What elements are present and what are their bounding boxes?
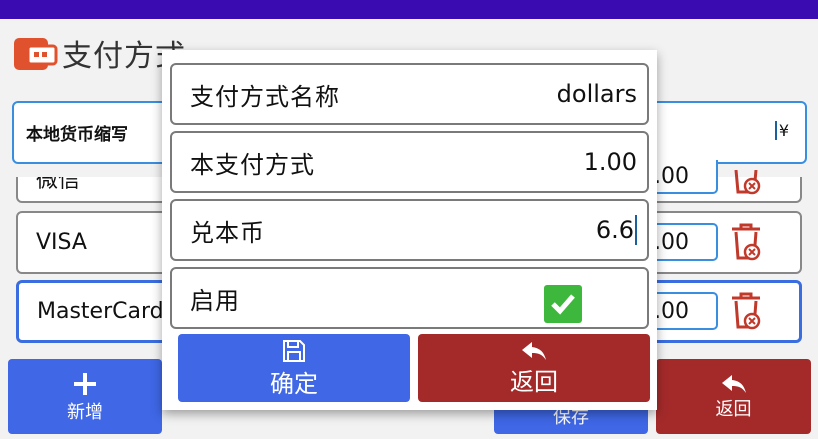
payment-amount-field[interactable]: 本支付方式 1.00 (170, 131, 649, 193)
payment-icon (14, 38, 58, 70)
save-disk-icon (283, 339, 305, 362)
payment-name-value[interactable]: dollars (557, 80, 637, 108)
page-header: 支付方式 (12, 30, 186, 76)
enabled-checkbox[interactable] (544, 285, 582, 323)
undo-arrow-icon (721, 374, 746, 393)
edit-payment-dialog: 支付方式名称 dollars 本支付方式 1.00 兑本币 6.6 启用 确定 (162, 50, 657, 410)
back-button-label: 返回 (715, 398, 752, 420)
trash-icon[interactable] (728, 222, 764, 262)
exchange-rate-field[interactable]: 兑本币 6.6 (170, 199, 649, 261)
payment-name-label: 支付方式名称 (190, 82, 340, 111)
plus-icon (74, 372, 96, 395)
confirm-button-label: 确定 (270, 369, 318, 398)
enabled-field[interactable]: 启用 (170, 267, 649, 329)
payment-amount-value[interactable]: 1.00 (584, 148, 637, 176)
payment-name: 微信 (36, 177, 81, 193)
payment-name: VISA (36, 230, 87, 255)
undo-arrow-icon (522, 341, 546, 360)
add-button-label: 新增 (67, 401, 103, 423)
currency-abbrev-value[interactable]: ¥ (774, 121, 789, 140)
add-button[interactable]: 新增 (8, 359, 162, 434)
confirm-button[interactable]: 确定 (178, 334, 410, 402)
exchange-rate-label: 兑本币 (190, 218, 265, 247)
currency-abbrev-label: 本地货币缩写 (26, 125, 128, 145)
back-button[interactable]: 返回 (656, 359, 811, 434)
dialog-back-button-label: 返回 (510, 367, 558, 396)
exchange-rate-value[interactable]: 6.6 (596, 216, 634, 244)
payment-name: MasterCard (37, 299, 164, 324)
checkmark-icon (551, 294, 575, 315)
text-cursor (635, 215, 637, 245)
payment-name-field[interactable]: 支付方式名称 dollars (170, 63, 649, 125)
enabled-label: 启用 (190, 286, 240, 315)
trash-icon[interactable] (728, 291, 764, 331)
trash-icon[interactable] (728, 170, 764, 196)
dialog-back-button[interactable]: 返回 (418, 334, 650, 402)
payment-amount-label: 本支付方式 (190, 150, 315, 179)
status-bar (0, 0, 818, 19)
